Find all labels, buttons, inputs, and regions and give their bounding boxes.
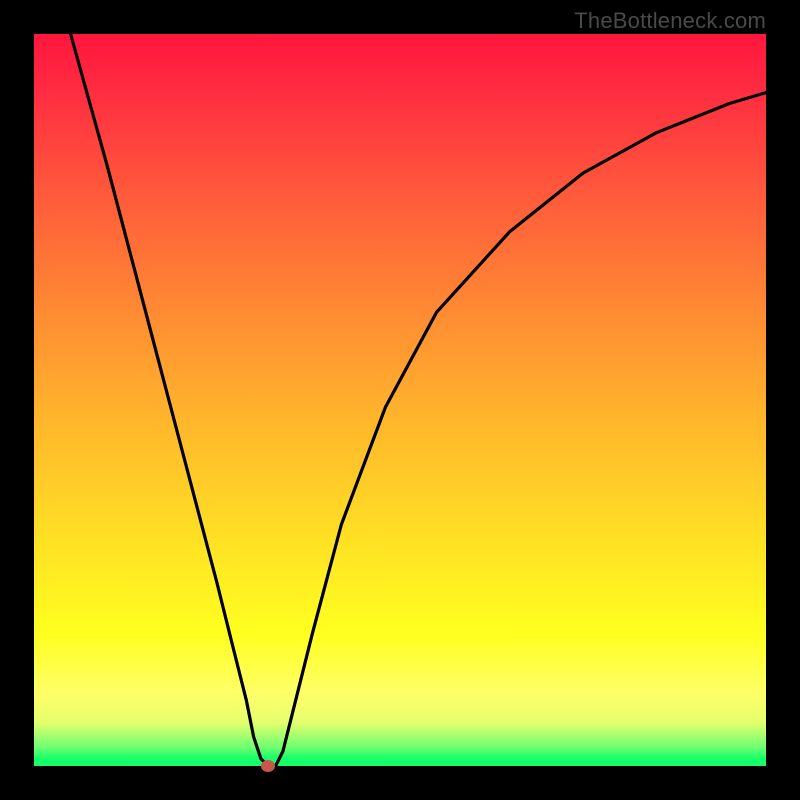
chart-frame: TheBottleneck.com xyxy=(0,0,800,800)
watermark-text: TheBottleneck.com xyxy=(574,8,766,34)
bottleneck-curve xyxy=(34,34,766,766)
minimum-marker-dot xyxy=(261,760,275,772)
plot-area xyxy=(34,34,766,766)
